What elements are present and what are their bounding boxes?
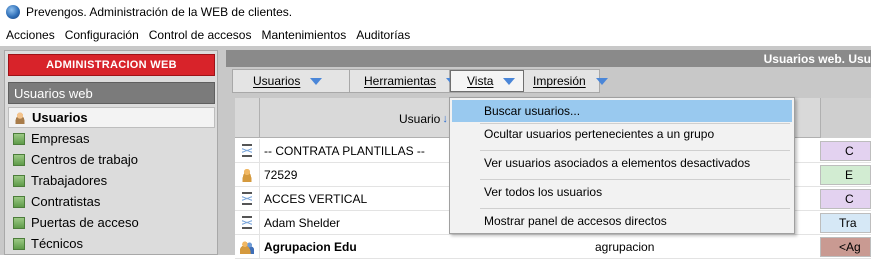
- toolbar-usuarios-button[interactable]: Usuarios: [233, 70, 350, 92]
- header-icon-column[interactable]: [235, 98, 260, 138]
- column-header-usuario[interactable]: Usuario ↓: [399, 112, 448, 126]
- sort-down-icon: ↓: [442, 113, 448, 125]
- menu-item-ver-usuarios-desactivados[interactable]: Ver usuarios asociados a elementos desac…: [452, 152, 792, 174]
- row-name: Adam Shelder: [264, 215, 341, 230]
- nav-item-label: Técnicos: [31, 236, 84, 251]
- folder-icon: [13, 216, 25, 229]
- vista-dropdown-menu: Buscar usuarios... Ocultar usuarios pert…: [449, 97, 795, 234]
- menu-item-ver-todos-usuarios[interactable]: Ver todos los usuarios: [452, 181, 792, 203]
- menu-bar: Acciones Configuración Control de acceso…: [0, 24, 871, 46]
- row-icon-cell: [235, 138, 260, 163]
- nav-item-centros-de-trabajo[interactable]: Centros de trabajo: [8, 149, 215, 170]
- folder-icon: [13, 174, 25, 187]
- row-name: ACCES VERTICAL: [264, 191, 368, 206]
- row-name: 72529: [264, 167, 298, 182]
- nav-item-label: Trabajadores: [31, 173, 108, 188]
- folder-icon: [13, 153, 25, 166]
- content-header: Usuarios web. Usu: [226, 50, 871, 67]
- row-icon-cell: [235, 186, 260, 211]
- menu-separator: [480, 208, 790, 209]
- row-name: -- CONTRATA PLANTILLAS --: [264, 143, 425, 158]
- dropdown-arrow-icon: [595, 77, 608, 85]
- row-tag: Tra: [820, 213, 871, 233]
- app-globe-icon: [6, 5, 20, 19]
- toolbar-label: Herramientas: [364, 74, 437, 88]
- nav-item-usuarios[interactable]: Usuarios: [8, 107, 215, 128]
- folder-icon: [13, 132, 25, 145]
- nav-item-trabajadores[interactable]: Trabajadores: [8, 170, 215, 191]
- nav-item-empresas[interactable]: Empresas: [8, 128, 215, 149]
- row-icon-cell: [235, 162, 260, 187]
- nav-item-puertas-de-acceso[interactable]: Puertas de acceso: [8, 212, 215, 233]
- hourglass-icon: [242, 192, 252, 205]
- hourglass-icon: [242, 144, 252, 157]
- group-icon: [240, 239, 254, 254]
- toolbar-label: Impresión: [533, 74, 586, 88]
- menu-separator: [480, 179, 790, 180]
- nav-item-label: Empresas: [31, 131, 90, 146]
- row-tag: C: [820, 141, 871, 161]
- toolbar-herramientas-button[interactable]: Herramientas: [350, 70, 459, 92]
- menu-item-ocultar-usuarios-grupo[interactable]: Ocultar usuarios pertenecientes a un gru…: [452, 123, 792, 145]
- nav-item-label: Puertas de acceso: [31, 215, 139, 230]
- toolbar-impresion-button[interactable]: Impresión: [524, 70, 608, 92]
- folder-icon: [13, 195, 25, 208]
- menu-auditorias[interactable]: Auditorías: [351, 28, 415, 42]
- row-icon-cell: [235, 210, 260, 235]
- window-title: Prevengos. Administración de la WEB de c…: [26, 5, 293, 19]
- row-tag: C: [820, 189, 871, 209]
- nav-item-tecnicos[interactable]: Técnicos: [8, 233, 215, 254]
- menu-item-mostrar-panel-accesos[interactable]: Mostrar panel de accesos directos: [452, 210, 792, 232]
- user-icon: [14, 111, 26, 124]
- toolbar-group: Usuarios Herramientas Vista Impresión: [232, 69, 608, 93]
- menu-mantenimientos[interactable]: Mantenimientos: [256, 28, 351, 42]
- row-tag: <Ag: [820, 237, 871, 257]
- nav-item-contratistas[interactable]: Contratistas: [8, 191, 215, 212]
- toolbar-label: Usuarios: [253, 74, 301, 88]
- hourglass-icon: [242, 216, 252, 229]
- nav-list: Usuarios Empresas Centros de trabajo Tra…: [8, 107, 215, 254]
- dropdown-arrow-icon: [503, 77, 516, 85]
- table-row[interactable]: Agrupacion Edu agrupacion <Ag: [235, 234, 871, 259]
- title-bar: Prevengos. Administración de la WEB de c…: [0, 0, 871, 24]
- column-header-label: Usuario: [399, 112, 441, 126]
- row-tag: E: [820, 165, 871, 185]
- admin-header[interactable]: ADMINISTRACION WEB: [8, 54, 215, 76]
- nav-item-label: Contratistas: [31, 194, 101, 209]
- menu-acciones[interactable]: Acciones: [1, 28, 60, 42]
- nav-item-label: Centros de trabajo: [31, 152, 138, 167]
- person-icon: [241, 167, 253, 182]
- menu-configuracion[interactable]: Configuración: [60, 28, 144, 42]
- menu-item-buscar-usuarios[interactable]: Buscar usuarios...: [452, 100, 792, 122]
- section-header-usuarios-web[interactable]: Usuarios web: [8, 82, 215, 104]
- toolbar: Usuarios Herramientas Vista Impresión: [226, 67, 871, 96]
- dropdown-arrow-icon: [310, 77, 323, 85]
- row-col2: agrupacion: [595, 239, 655, 254]
- menu-control-de-accesos[interactable]: Control de accesos: [144, 28, 257, 42]
- column-header-right[interactable]: [820, 98, 871, 138]
- nav-item-label: Usuarios: [32, 110, 88, 125]
- folder-icon: [13, 237, 25, 250]
- menu-separator: [480, 150, 790, 151]
- toolbar-label: Vista: [467, 74, 494, 88]
- row-name: Agrupacion Edu: [264, 239, 357, 254]
- left-panel: ADMINISTRACION WEB Usuarios web Usuarios…: [4, 50, 218, 255]
- toolbar-vista-button[interactable]: Vista: [450, 70, 524, 92]
